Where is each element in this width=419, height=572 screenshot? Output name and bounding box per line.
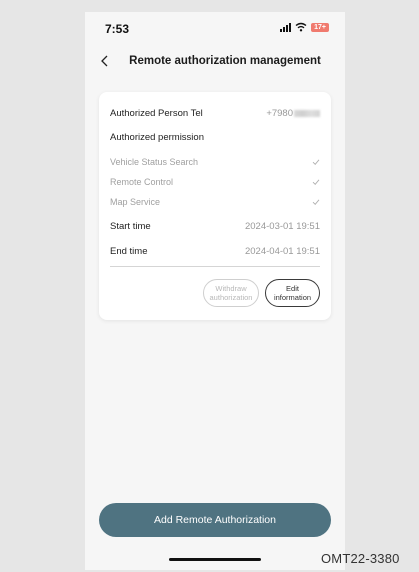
home-indicator: [169, 558, 261, 561]
check-icon: [312, 179, 320, 185]
start-time-value: 2024-03-01 19:51: [244, 221, 320, 232]
chevron-left-icon[interactable]: [97, 53, 113, 69]
start-time-label: Start time: [110, 221, 151, 232]
nav-bar: Remote authorization management: [85, 46, 345, 76]
withdraw-label: Withdraw authorization: [210, 284, 253, 302]
permission-item-label: Vehicle Status Search: [110, 157, 199, 167]
withdraw-label-line2: authorization: [209, 293, 253, 302]
permission-item: Remote Control: [110, 177, 320, 187]
divider: [110, 266, 320, 267]
tel-value-visible: +7980: [266, 108, 293, 119]
end-time-label: End time: [110, 246, 148, 257]
withdraw-label-line1: Withdraw: [215, 284, 247, 293]
signal-icon: [280, 22, 291, 32]
permission-item-label: Remote Control: [110, 177, 174, 187]
end-time-row: End time 2024-04-01 19:51: [110, 246, 320, 257]
redacted-digits: [294, 109, 320, 117]
status-time: 7:53: [105, 22, 130, 36]
permission-item: Vehicle Status Search: [110, 157, 320, 167]
check-icon: [312, 159, 320, 165]
withdraw-authorization-button[interactable]: Withdraw authorization: [203, 279, 259, 307]
permission-item: Map Service: [110, 197, 320, 207]
tel-row: Authorized Person Tel +7980: [110, 108, 320, 119]
battery-icon: 17+: [311, 22, 329, 32]
edit-label-line1: Edit: [286, 284, 299, 293]
end-time-value: 2024-04-01 19:51: [244, 246, 320, 257]
edit-label: Edit information: [274, 284, 311, 302]
page-title: Remote authorization management: [129, 55, 321, 67]
status-icons: 17+: [280, 22, 329, 32]
authorization-card: Authorized Person Tel +7980 Authorized p…: [99, 92, 331, 320]
edit-information-button[interactable]: Edit information: [265, 279, 320, 307]
edit-label-line2: information: [273, 293, 312, 302]
wifi-icon: [295, 22, 307, 32]
check-icon: [312, 199, 320, 205]
tel-label: Authorized Person Tel: [110, 108, 203, 119]
figure-code: OMT22-3380: [321, 551, 400, 566]
tel-value: +7980: [266, 108, 320, 119]
phone-screen: 7:53 17+ Remote authorization management…: [85, 12, 345, 570]
permission-header-row: Authorized permission: [110, 132, 320, 143]
start-time-row: Start time 2024-03-01 19:51: [110, 221, 320, 232]
permission-item-label: Map Service: [110, 197, 161, 207]
permission-label: Authorized permission: [110, 132, 204, 143]
status-bar: 7:53 17+: [85, 12, 345, 46]
add-remote-authorization-button[interactable]: Add Remote Authorization: [99, 503, 331, 537]
